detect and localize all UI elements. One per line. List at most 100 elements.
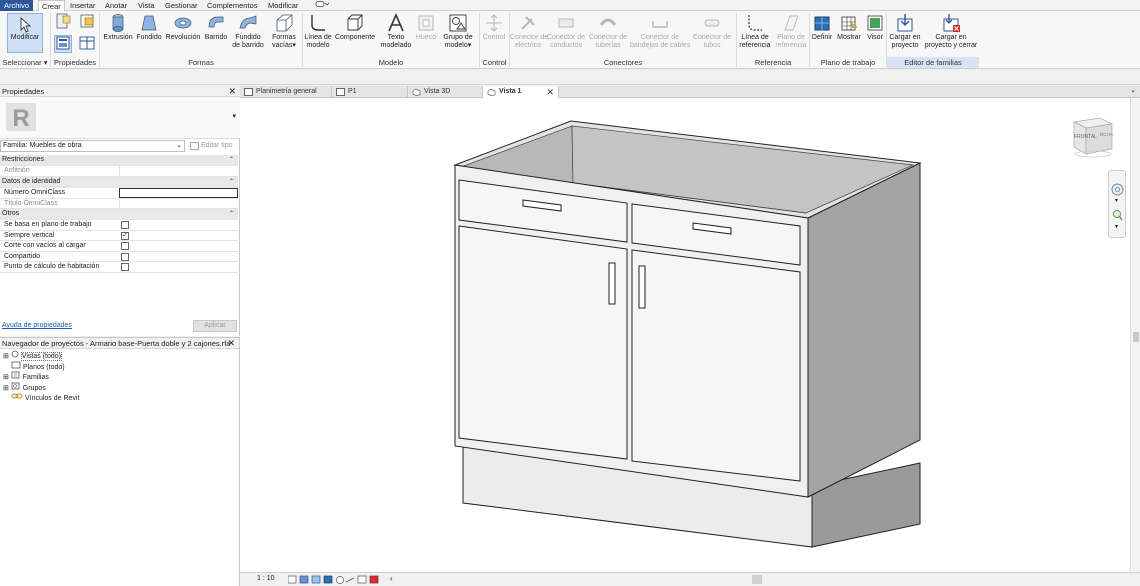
collapse-icon: ⌃ xyxy=(228,157,234,163)
properties-help-link[interactable]: Ayuda de propiedades xyxy=(2,322,72,329)
panel-title-forms: Formas xyxy=(188,58,214,67)
row-omniclass-number: Número OmniClass xyxy=(0,188,238,199)
section-other[interactable]: Otros ⌃ xyxy=(0,209,238,220)
cut-with-voids-checkbox[interactable] xyxy=(121,242,129,251)
sheets-icon xyxy=(11,361,21,368)
menu-file[interactable]: Archivo xyxy=(0,0,34,11)
view-scale[interactable]: 1 : 10 xyxy=(257,575,275,582)
section-identity-data[interactable]: Datos de identidad ⌃ xyxy=(0,177,238,188)
extrusion-button[interactable]: Extrusión xyxy=(102,13,134,42)
show-workplane-button[interactable]: Mostrar xyxy=(835,13,863,42)
views-icon xyxy=(11,350,19,358)
menu-tab-gestionar[interactable]: Gestionar xyxy=(165,0,198,11)
set-workplane-icon xyxy=(814,16,830,31)
set-workplane-button[interactable]: Definir xyxy=(810,13,834,42)
families-icon xyxy=(11,371,20,379)
opening-button[interactable]: Hueco xyxy=(414,13,438,42)
type-properties-button[interactable] xyxy=(78,35,96,53)
properties-header: Propiedades ✕ xyxy=(0,86,240,97)
menu-tab-vista[interactable]: Vista xyxy=(138,0,155,11)
tree-item-sheets[interactable]: Planos (todo) xyxy=(11,361,65,371)
vertical-scrollbar[interactable] xyxy=(1130,98,1140,572)
tab-site-plan[interactable]: Planimetría general xyxy=(240,86,332,98)
cable-tray-connector-icon xyxy=(652,21,668,28)
model-line-button[interactable]: Línea de modelo xyxy=(303,13,333,50)
dropdown-arrow-icon[interactable]: ▾ xyxy=(1115,223,1118,230)
workplane-viewer-button[interactable]: Visor xyxy=(864,13,886,42)
void-forms-button[interactable]: Formas vacías▾ xyxy=(268,13,300,50)
type-selector-preview[interactable]: R ▾ xyxy=(0,97,240,139)
tree-item-groups[interactable]: ⊞ Grupos xyxy=(3,382,46,392)
model-group-button[interactable]: Grupo de modelo▾ xyxy=(440,13,476,50)
zoom-icon[interactable] xyxy=(1112,209,1123,221)
swept-blend-button[interactable]: Fundido de barrido xyxy=(230,13,266,50)
reference-plane-button[interactable]: Plano de referencia xyxy=(773,13,809,50)
omniclass-number-input[interactable] xyxy=(119,188,238,198)
tree-item-views[interactable]: ⊞ Vistas (todo) xyxy=(3,350,62,361)
modify-button[interactable]: Modificar xyxy=(7,13,43,53)
edit-type-icon xyxy=(190,142,199,150)
electrical-connector-button[interactable]: Conector de eléctrico xyxy=(510,13,548,50)
dropdown-arrow-icon[interactable]: ▾ xyxy=(1115,197,1118,204)
collapse-icon: ⌃ xyxy=(228,179,234,185)
ribbon-toggle-icon[interactable] xyxy=(315,0,330,11)
viewcube[interactable]: FRONTAL DCHA xyxy=(1070,114,1116,158)
close-icon[interactable]: ✕ xyxy=(546,86,554,98)
row-cut-with-voids: Corte con vacíos al cargar xyxy=(0,241,238,252)
reference-line-button[interactable]: Línea de referencia xyxy=(737,13,773,50)
viewcube-front-face[interactable]: FRONTAL xyxy=(1074,134,1097,140)
groups-icon xyxy=(11,382,20,389)
apply-button[interactable]: Aplicar xyxy=(193,320,237,332)
menu-tab-modificar[interactable]: Modificar xyxy=(268,0,298,11)
viewcube-right-face[interactable]: DCHA xyxy=(1100,132,1113,137)
tab-p1[interactable]: P1 xyxy=(332,86,408,98)
tab-3d-view[interactable]: Vista 3D xyxy=(408,86,483,98)
sweep-button[interactable]: Barrido xyxy=(202,13,230,42)
panel-title-select[interactable]: Seleccionar ▾ xyxy=(0,57,50,68)
tabs-menu-icon[interactable]: ⌄ xyxy=(1130,86,1136,94)
revolve-button[interactable]: Revolución xyxy=(164,13,202,42)
work-plane-based-checkbox[interactable] xyxy=(121,221,129,229)
tree-item-families[interactable]: ⊞ Familias xyxy=(3,371,49,381)
close-icon[interactable]: ✕ xyxy=(227,338,235,349)
section-constraints[interactable]: Restricciones ⌃ xyxy=(0,155,238,166)
conduit-connector-icon xyxy=(704,19,720,27)
control-button[interactable]: Control xyxy=(480,13,508,42)
expand-icon: ⊞ xyxy=(3,384,9,392)
horizontal-scroll-thumb[interactable] xyxy=(752,575,762,584)
load-into-project-button[interactable]: Cargar en proyecto xyxy=(888,13,922,50)
scroll-left-icon[interactable]: ‹ xyxy=(390,574,393,583)
load-into-project-close-button[interactable]: Cargar en proyecto y cerrar xyxy=(923,13,979,50)
tab-view-1[interactable]: Vista 1 ✕ xyxy=(483,86,559,98)
blend-button[interactable]: Fundido xyxy=(134,13,164,42)
family-types-button[interactable] xyxy=(54,13,72,31)
model-text-button[interactable]: Texto modelado xyxy=(378,13,414,50)
component-button[interactable]: Componente xyxy=(334,13,376,42)
conduit-connector-button[interactable]: Conector de tubos xyxy=(692,13,732,50)
scrollbar-thumb[interactable] xyxy=(1133,332,1139,342)
room-calc-point-checkbox[interactable] xyxy=(121,263,129,272)
always-vertical-checkbox[interactable]: ✓ xyxy=(121,231,129,240)
row-work-plane-based: Se basa en plano de trabajo xyxy=(0,220,238,231)
cursor-arrow-icon xyxy=(20,17,32,33)
pipe-connector-button[interactable]: Conector de tuberías xyxy=(588,13,628,50)
duct-connector-button[interactable]: Conector de conductos xyxy=(546,13,586,50)
family-category-button[interactable] xyxy=(78,13,96,31)
drawing-canvas[interactable]: FRONTAL DCHA ▾ ▾ xyxy=(240,98,1130,572)
steering-wheel-icon[interactable] xyxy=(1111,183,1124,196)
close-icon[interactable]: ✕ xyxy=(228,86,236,97)
shared-checkbox[interactable] xyxy=(121,252,129,261)
expand-icon: ⊞ xyxy=(3,374,9,381)
properties-toggle-button[interactable] xyxy=(54,35,72,53)
menu-tab-anotar[interactable]: Anotar xyxy=(105,0,127,11)
electrical-connector-icon xyxy=(521,16,535,30)
menu-tab-complementos[interactable]: Complementos xyxy=(207,0,257,11)
family-filter-dropdown[interactable]: Familia: Muebles de obra ⌄ xyxy=(0,140,185,152)
dropdown-arrow-icon: ▾ xyxy=(292,42,296,49)
edit-type-button[interactable]: Editar tipo xyxy=(188,140,236,152)
3d-view-icon xyxy=(487,88,496,96)
tree-item-revit-links[interactable]: Vínculos de Revit xyxy=(11,392,79,402)
menu-tab-insertar[interactable]: Insertar xyxy=(70,0,95,11)
cable-tray-connector-button[interactable]: Conector de bandejas de cables xyxy=(630,13,690,50)
navigation-bar: ▾ ▾ xyxy=(1108,170,1126,238)
